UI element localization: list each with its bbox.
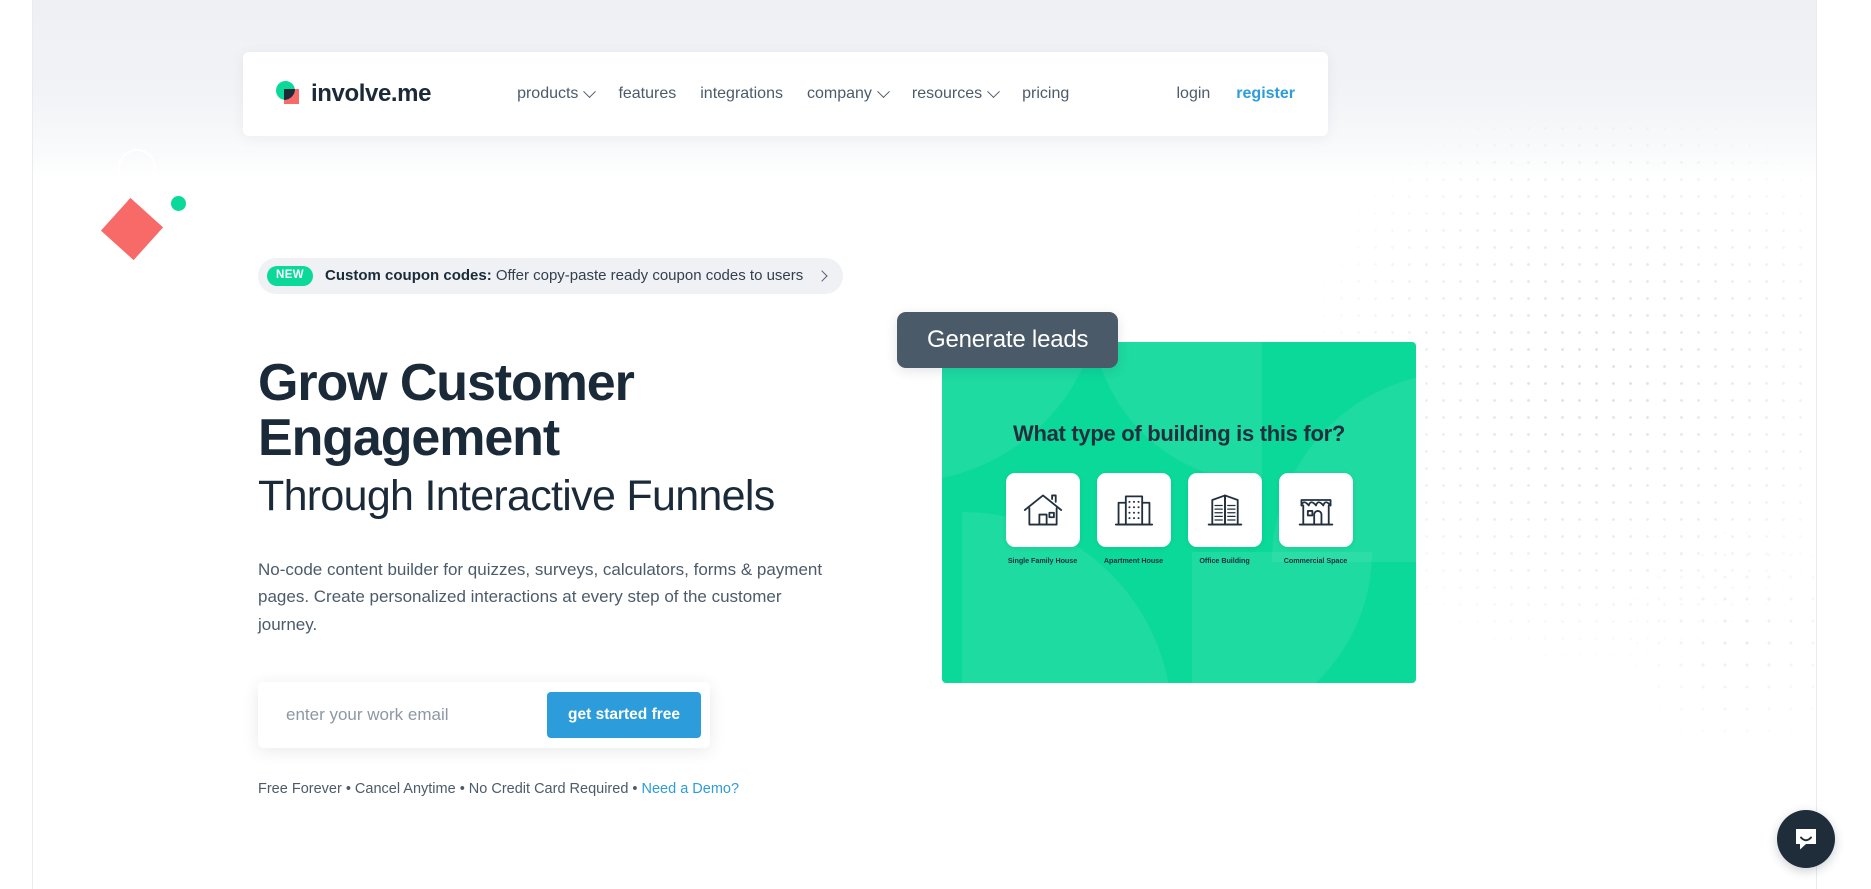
nav-item-integrations-label: integrations [700, 85, 783, 102]
announcement-banner[interactable]: NEW Custom coupon codes: Offer copy-past… [258, 258, 844, 294]
chevron-down-icon [583, 84, 597, 98]
storefront-icon [1298, 499, 1333, 526]
option-tile [1096, 473, 1171, 547]
announcement-bold-text: Custom coupon codes: [325, 267, 492, 285]
register-link[interactable]: register [1236, 85, 1295, 103]
chevron-down-icon [987, 84, 1001, 98]
brand-logo-link[interactable]: involve.me [276, 80, 431, 108]
need-a-demo-link[interactable]: Need a Demo? [642, 781, 740, 797]
nav-item-company-label: company [806, 85, 872, 102]
nav-item-pricing-label: pricing [1022, 85, 1070, 102]
preview-options: Single Family House Apartment House Offi… [942, 473, 1416, 565]
funnel-preview-card: What type of building is this for? Singl… [942, 342, 1416, 683]
main-navigation-bar: involve.me products features integration… [243, 52, 1328, 136]
decorative-blob [1092, 342, 1262, 482]
decorative-blob [1192, 552, 1372, 683]
involveme-logo-icon [276, 81, 302, 107]
hero-description: No-code content builder for quizzes, sur… [258, 559, 823, 634]
preview-option-commercial-space[interactable]: Commercial Space [1278, 473, 1353, 565]
page-title: Grow Customer Engagement [258, 353, 635, 467]
option-label: Commercial Space [1283, 556, 1348, 565]
nav-item-pricing[interactable]: pricing [1010, 85, 1081, 103]
nav-item-features-label: features [618, 85, 677, 102]
get-started-free-button[interactable]: get started free [547, 692, 701, 739]
trust-line-text: Free Forever • Cancel Anytime • No Credi… [258, 781, 642, 798]
preview-option-office-building[interactable]: Office Building [1187, 473, 1262, 565]
option-tile [1187, 473, 1262, 547]
nav-links: products features integrations company r… [517, 84, 1081, 103]
chevron-right-icon [816, 270, 828, 282]
signup-form: get started free [258, 682, 710, 749]
chevron-down-icon [877, 84, 890, 98]
login-link[interactable]: login [1176, 85, 1210, 103]
announcement-text: Custom coupon codes: Offer copy-paste re… [325, 267, 803, 284]
option-label: Apartment House [1103, 556, 1164, 565]
option-tile [1278, 473, 1353, 547]
house-icon [1023, 494, 1062, 526]
browser-left-gutter [0, 0, 33, 889]
announcement-rest-text: Offer copy-paste ready coupon codes to u… [491, 267, 804, 285]
preview-question: What type of building is this for? [1013, 421, 1345, 446]
announcement-new-badge: NEW [267, 266, 314, 286]
hero-content: NEW Custom coupon codes: Offer copy-past… [258, 258, 898, 797]
nav-item-company[interactable]: company [795, 84, 900, 103]
nav-item-integrations[interactable]: integrations [688, 85, 795, 103]
nav-account-actions: login register [1176, 85, 1295, 103]
preview-option-apartment-house[interactable]: Apartment House [1096, 473, 1171, 565]
office-building-icon [1207, 494, 1242, 526]
brand-name: involve.me [311, 80, 432, 107]
browser-right-gutter [1816, 0, 1871, 889]
nav-item-products-label: products [517, 85, 579, 102]
page-root: involve.me products features integration… [0, 0, 1871, 889]
chat-launcher-button[interactable] [1777, 810, 1835, 868]
option-label: Single Family House [1007, 556, 1078, 565]
nav-item-resources[interactable]: resources [900, 84, 1010, 103]
nav-item-products[interactable]: products [517, 84, 606, 103]
decorative-circle-outline [118, 149, 156, 187]
decorative-green-dot [171, 196, 186, 211]
option-label: Office Building [1199, 556, 1250, 565]
option-tile [1005, 473, 1080, 547]
preview-option-single-family-house[interactable]: Single Family House [1005, 473, 1080, 565]
apartment-building-icon [1114, 495, 1153, 526]
nav-item-features[interactable]: features [606, 85, 688, 103]
nav-item-resources-label: resources [911, 85, 983, 102]
trust-line: Free Forever • Cancel Anytime • No Credi… [258, 781, 898, 797]
decorative-coral-square [100, 197, 164, 261]
background-dot-pattern-secondary [1560, 500, 1860, 800]
generate-leads-tooltip: Generate leads [897, 312, 1119, 368]
page-subtitle: Through Interactive Funnels [258, 471, 775, 520]
chat-bubble-smile-icon [1796, 829, 1816, 850]
email-input[interactable] [258, 682, 548, 749]
